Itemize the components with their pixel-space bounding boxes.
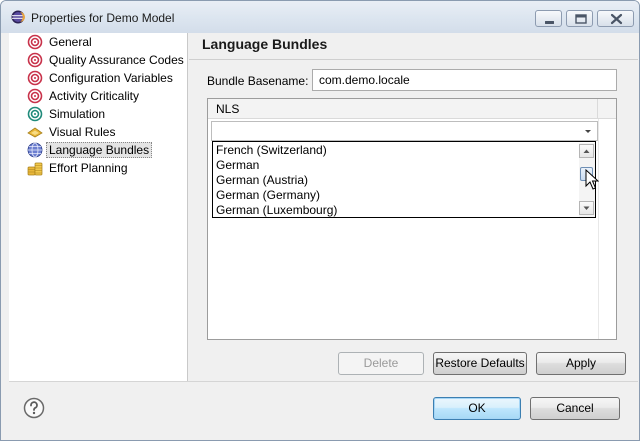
delete-button[interactable]: Delete — [338, 352, 424, 375]
tree-item-visual-rules[interactable]: Visual Rules — [27, 123, 115, 140]
page-header: Language Bundles — [189, 33, 638, 57]
spiral-icon — [27, 106, 43, 121]
minimize-icon — [545, 21, 554, 24]
eclipse-app-icon — [11, 10, 25, 24]
nls-combo[interactable] — [211, 121, 598, 141]
dropdown-option[interactable]: German (Austria) — [216, 173, 308, 188]
close-icon — [610, 13, 623, 25]
restore-defaults-button[interactable]: Restore Defaults — [433, 352, 527, 375]
footer-divider — [9, 381, 638, 382]
globe-icon — [27, 142, 43, 157]
chevron-up-icon — [583, 149, 590, 153]
tree-item-language-bundles[interactable]: Language Bundles — [27, 141, 153, 158]
cancel-button[interactable]: Cancel — [530, 397, 620, 420]
coins-icon — [27, 162, 43, 175]
minimize-button[interactable] — [535, 10, 562, 27]
column-header-nls[interactable]: NLS — [208, 99, 598, 119]
window-title: Properties for Demo Model — [31, 11, 175, 25]
page-title: Language Bundles — [202, 36, 328, 52]
tree-item-general[interactable]: General — [27, 33, 92, 50]
scroll-up-button[interactable] — [579, 144, 594, 158]
maximize-icon — [575, 14, 587, 24]
spiral-icon — [27, 52, 43, 67]
tree-item-quality-assurance-codes[interactable]: Quality Assurance Codes — [27, 51, 184, 68]
close-window-button[interactable] — [597, 10, 634, 27]
scroll-down-button[interactable] — [579, 201, 594, 215]
chevron-down-icon — [583, 206, 590, 210]
tree-item-label: General — [49, 34, 92, 49]
tree-item-label: Configuration Variables — [49, 70, 173, 85]
maximize-button[interactable] — [566, 10, 593, 27]
dropdown-option[interactable]: German — [216, 158, 259, 173]
rules-icon — [27, 127, 43, 137]
properties-dialog: Properties for Demo Model General Qualit… — [0, 0, 640, 441]
tree-item-configuration-variables[interactable]: Configuration Variables — [27, 69, 173, 86]
dropdown-option[interactable]: German (Germany) — [216, 188, 320, 203]
bundle-basename-input[interactable] — [312, 69, 617, 91]
bundle-basename-label: Bundle Basename: — [207, 74, 309, 88]
column-divider — [598, 119, 599, 339]
spiral-icon — [27, 88, 43, 103]
chevron-down-icon[interactable] — [582, 125, 594, 137]
tree-item-label: Activity Criticality — [49, 88, 140, 103]
tree-item-simulation[interactable]: Simulation — [27, 105, 105, 122]
header-divider — [189, 59, 638, 60]
dropdown-option[interactable]: French (Switzerland) — [216, 143, 327, 158]
spiral-icon — [27, 70, 43, 85]
tree-item-effort-planning[interactable]: Effort Planning — [27, 159, 128, 176]
nls-dropdown-list[interactable]: French (Switzerland) German German (Aust… — [212, 141, 596, 218]
ok-button[interactable]: OK — [433, 397, 521, 420]
table-header: NLS — [208, 99, 616, 119]
title-bar[interactable]: Properties for Demo Model — [1, 1, 639, 33]
apply-button[interactable]: Apply — [536, 352, 626, 375]
tree-item-label: Quality Assurance Codes — [49, 52, 184, 67]
tree-item-activity-criticality[interactable]: Activity Criticality — [27, 87, 139, 104]
dropdown-option[interactable]: German (Luxembourg) — [216, 203, 337, 218]
tree-item-label: Effort Planning — [49, 160, 128, 175]
nls-table[interactable]: NLS — [207, 98, 617, 340]
tree-item-label: Language Bundles — [46, 141, 153, 158]
tree-item-label: Simulation — [49, 106, 106, 121]
help-icon[interactable] — [23, 397, 45, 419]
preference-tree: General Quality Assurance Codes Configur… — [9, 33, 188, 381]
spiral-icon — [27, 34, 43, 49]
mouse-cursor-icon — [585, 169, 599, 190]
tree-item-label: Visual Rules — [49, 124, 116, 139]
